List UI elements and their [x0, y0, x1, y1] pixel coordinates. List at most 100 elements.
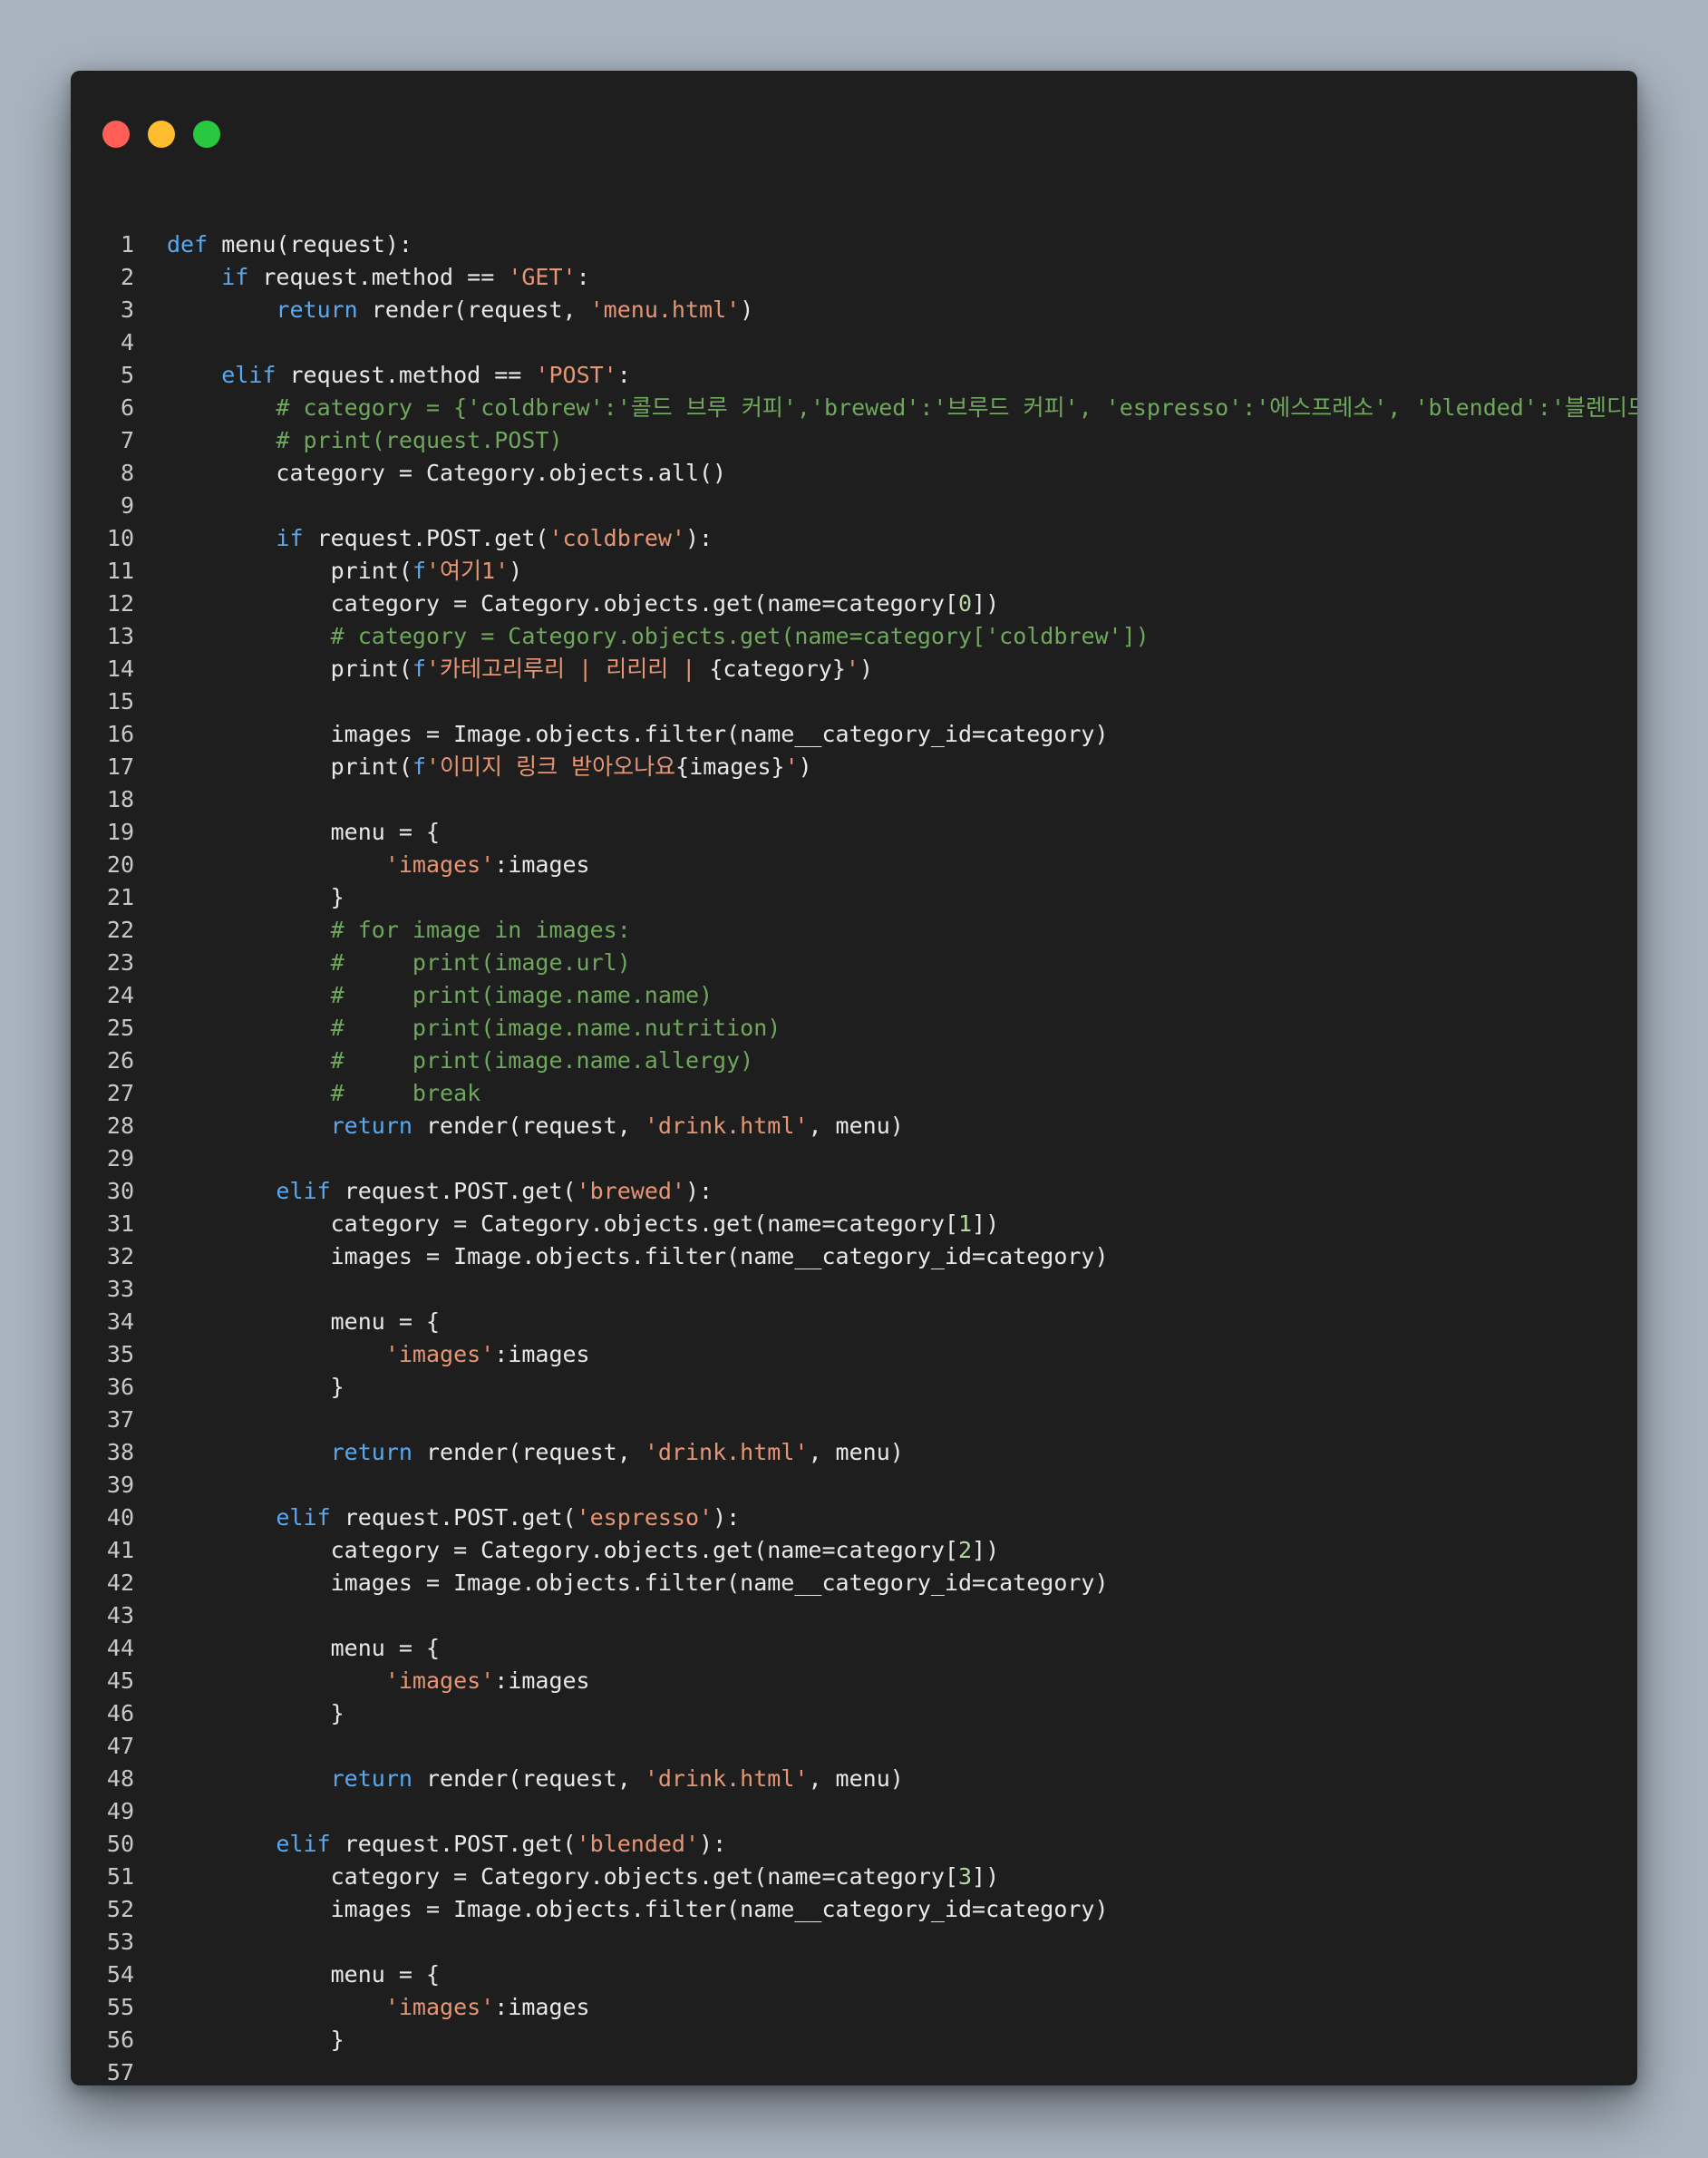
line-number: 43 — [106, 1602, 134, 1628]
line-code: 'images':images — [167, 1991, 590, 2024]
line-code: 'images':images — [167, 1665, 590, 1697]
code-token: # print(image.name.name) — [330, 982, 713, 1008]
line-code: images = Image.objects.filter(name__cate… — [167, 1567, 1109, 1599]
code-token: images = Image.objects.filter(name__cate… — [167, 1243, 1109, 1269]
code-token: 'brewed' — [576, 1178, 685, 1204]
code-token: } — [167, 1700, 345, 1726]
code-line: 52 images = Image.objects.filter(name__c… — [71, 1893, 1637, 1926]
line-code: elif request.method == 'POST': — [167, 359, 631, 392]
code-token: def — [167, 231, 209, 258]
code-token: '카테고리루리 | 리리리 | — [426, 656, 710, 682]
code-token: {images} — [675, 753, 785, 780]
minimize-button[interactable] — [148, 121, 175, 148]
code-line: 36 } — [71, 1371, 1637, 1404]
code-line: 21 } — [71, 881, 1637, 914]
line-code: menu = { — [167, 1306, 440, 1338]
code-token: print( — [167, 753, 412, 780]
code-line: 53 — [71, 1926, 1637, 1959]
maximize-button[interactable] — [193, 121, 220, 148]
line-code: images = Image.objects.filter(name__cate… — [167, 718, 1109, 751]
line-number: 13 — [106, 623, 134, 649]
code-line: 23 # print(image.url) — [71, 947, 1637, 979]
code-line: 27 # break — [71, 1077, 1637, 1110]
line-number: 36 — [106, 1374, 134, 1400]
line-number: 47 — [106, 1733, 134, 1759]
code-token: elif — [276, 1504, 331, 1531]
line-code: # category = {'coldbrew':'콜드 브루 커피','bre… — [167, 392, 1637, 424]
window-titlebar — [71, 71, 1637, 180]
code-token: render(request, — [357, 296, 590, 323]
code-line: 33 — [71, 1273, 1637, 1306]
code-line: 34 menu = { — [71, 1306, 1637, 1338]
line-number: 18 — [106, 786, 134, 812]
line-number: 50 — [106, 1831, 134, 1857]
code-line: 3 return render(request, 'menu.html') — [71, 294, 1637, 326]
line-code: images = Image.objects.filter(name__cate… — [167, 1240, 1109, 1273]
code-token: category = Category.objects.get(name=cat… — [167, 1537, 958, 1563]
code-token: # print(image.name.allergy) — [330, 1047, 754, 1074]
code-token: category = Category.objects.get(name=cat… — [167, 1210, 958, 1237]
line-number: 25 — [106, 1015, 134, 1041]
line-code: 'images':images — [167, 849, 590, 881]
line-number: 1 — [120, 231, 134, 258]
line-code: print(f'카테고리루리 | 리리리 | {category}') — [167, 653, 873, 685]
code-line: 4 — [71, 326, 1637, 359]
code-line: 22 # for image in images: — [71, 914, 1637, 947]
close-button[interactable] — [102, 121, 130, 148]
code-token: ): — [685, 1178, 713, 1204]
code-token: , menu) — [808, 1765, 904, 1792]
line-code: elif request.POST.get('brewed'): — [167, 1175, 713, 1208]
line-number: 48 — [106, 1765, 134, 1792]
line-number: 10 — [106, 525, 134, 551]
code-line: 31 category = Category.objects.get(name=… — [71, 1208, 1637, 1240]
code-token: elif — [276, 1178, 331, 1204]
line-number: 42 — [106, 1570, 134, 1596]
code-token: # print(image.url) — [330, 949, 631, 976]
code-token: f — [412, 558, 426, 584]
line-number: 16 — [106, 721, 134, 747]
line-number: 39 — [106, 1472, 134, 1498]
line-code: return render(request, 'menu.html') — [167, 294, 753, 326]
line-code: # print(request.POST) — [167, 424, 563, 457]
code-line: 14 print(f'카테고리루리 | 리리리 | {category}') — [71, 653, 1637, 685]
code-token: ]) — [972, 1210, 1000, 1237]
code-token: menu = { — [167, 1961, 441, 1988]
code-token: :images — [494, 851, 590, 878]
code-line: 19 menu = { — [71, 816, 1637, 849]
code-line: 37 — [71, 1404, 1637, 1436]
code-line: 32 images = Image.objects.filter(name__c… — [71, 1240, 1637, 1273]
line-number: 26 — [106, 1047, 134, 1074]
line-number: 56 — [106, 2027, 134, 2053]
line-number: 4 — [120, 329, 134, 355]
code-line: 44 menu = { — [71, 1632, 1637, 1665]
line-number: 24 — [106, 982, 134, 1008]
line-code: # category = Category.objects.get(name=c… — [167, 620, 1150, 653]
code-token: render(request, — [412, 1765, 645, 1792]
code-token: # category = {'coldbrew':'콜드 브루 커피','bre… — [276, 394, 1637, 421]
code-line: 26 # print(image.name.allergy) — [71, 1045, 1637, 1077]
code-token: , menu) — [808, 1439, 904, 1465]
code-line: 40 elif request.POST.get('espresso'): — [71, 1502, 1637, 1534]
code-line: 25 # print(image.name.nutrition) — [71, 1012, 1637, 1045]
code-token: :images — [494, 1341, 590, 1367]
line-code: # print(image.name.allergy) — [167, 1045, 754, 1077]
line-code: return render(request, 'drink.html', men… — [167, 1110, 904, 1142]
code-line: 50 elif request.POST.get('blended'): — [71, 1828, 1637, 1861]
code-token: ): — [684, 525, 713, 551]
code-token: # print(request.POST) — [276, 427, 563, 453]
code-line: 45 'images':images — [71, 1665, 1637, 1697]
code-token: ) — [509, 558, 523, 584]
code-token: ' — [845, 656, 859, 682]
code-line: 1 def menu(request): — [71, 228, 1637, 261]
